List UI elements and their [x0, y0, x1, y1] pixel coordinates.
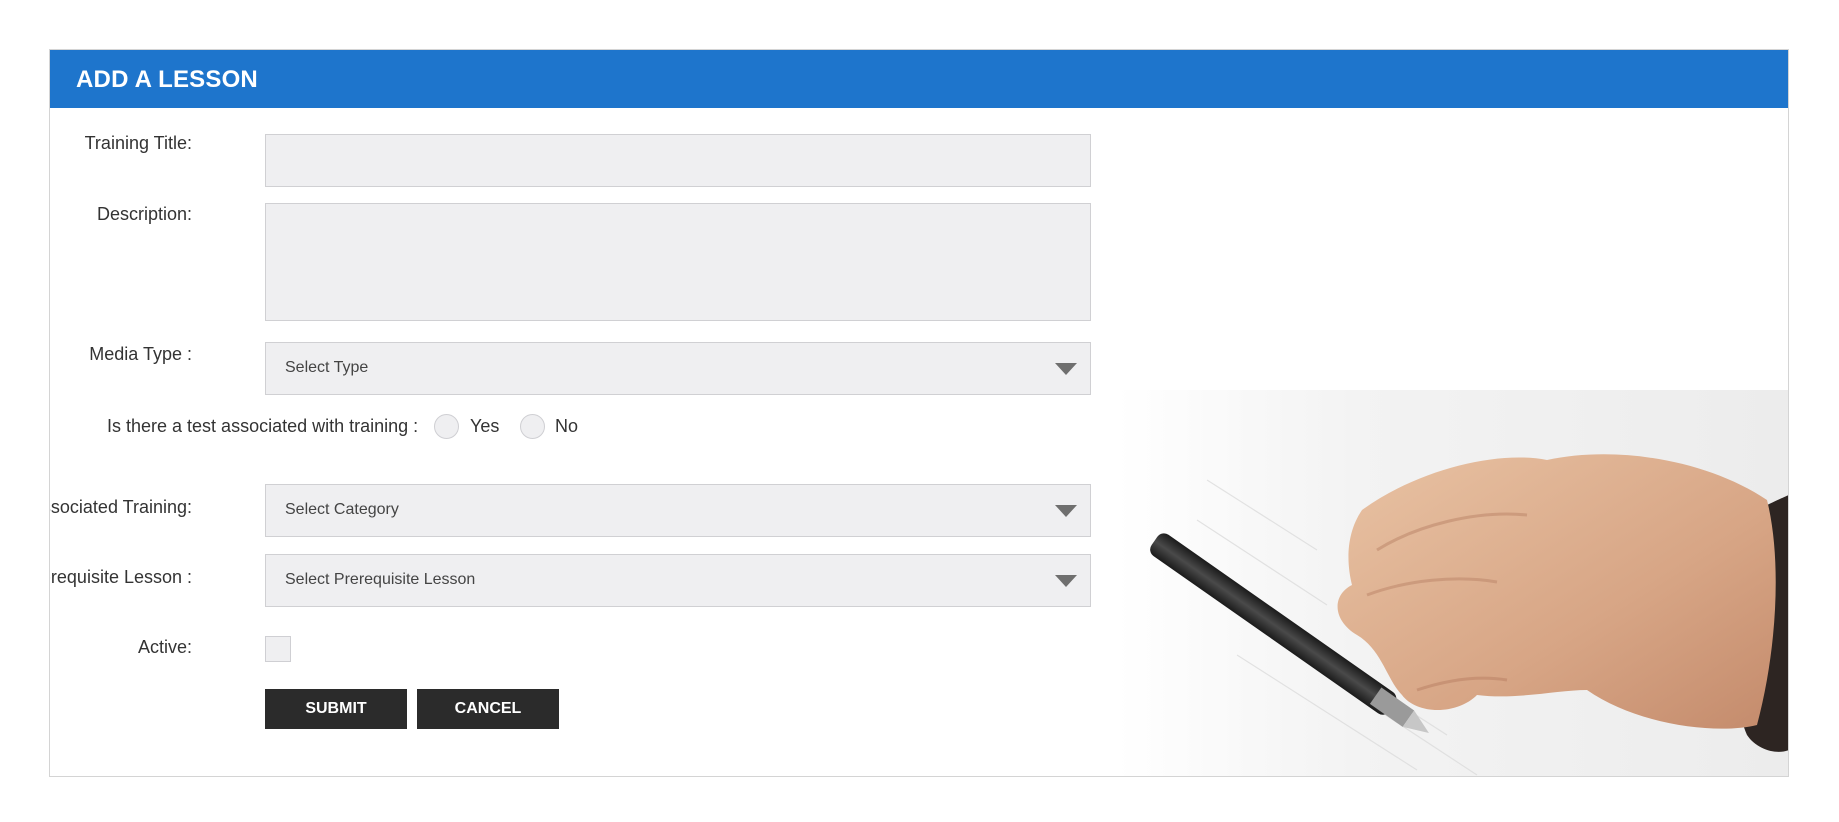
media-type-select[interactable]: Select Type — [265, 342, 1091, 395]
test-question-label: Is there a test associated with training… — [107, 416, 419, 436]
training-title-label: Training Title: — [84, 133, 192, 153]
active-label: Active: — [137, 637, 192, 657]
test-yes-radio[interactable] — [434, 414, 459, 439]
caret-down-icon — [1055, 505, 1077, 517]
prerequisite-lesson-select[interactable]: Select Prerequisite Lesson — [265, 554, 1091, 607]
caret-down-icon — [1055, 575, 1077, 587]
prerequisite-lesson-value: Select Prerequisite Lesson — [285, 571, 476, 588]
test-no-label[interactable]: No — [555, 416, 578, 437]
cancel-button[interactable]: CANCEL — [417, 689, 559, 729]
test-yes-label[interactable]: Yes — [470, 416, 499, 437]
associated-training-select[interactable]: Select Category — [265, 484, 1091, 537]
associated-training-value: Select Category — [285, 501, 399, 518]
test-no-radio[interactable] — [520, 414, 545, 439]
hand-writing-illustration — [1117, 390, 1788, 776]
panel-title: ADD A LESSON — [76, 66, 258, 93]
media-type-label: Media Type : — [89, 344, 192, 364]
submit-button[interactable]: SUBMIT — [265, 689, 407, 729]
prerequisite-lesson-label: Prerequisite Lesson : — [50, 567, 192, 587]
training-title-input[interactable] — [265, 134, 1091, 187]
active-checkbox[interactable] — [265, 636, 291, 662]
description-label: Description: — [96, 204, 192, 224]
media-type-value: Select Type — [285, 359, 369, 376]
description-textarea[interactable] — [265, 203, 1091, 321]
panel-header: ADD A LESSON — [50, 50, 1788, 108]
associated-training-label: Associated Training: — [50, 497, 192, 517]
caret-down-icon — [1055, 363, 1077, 375]
add-lesson-panel: ADD A LESSON Training Title: Description… — [49, 49, 1789, 777]
